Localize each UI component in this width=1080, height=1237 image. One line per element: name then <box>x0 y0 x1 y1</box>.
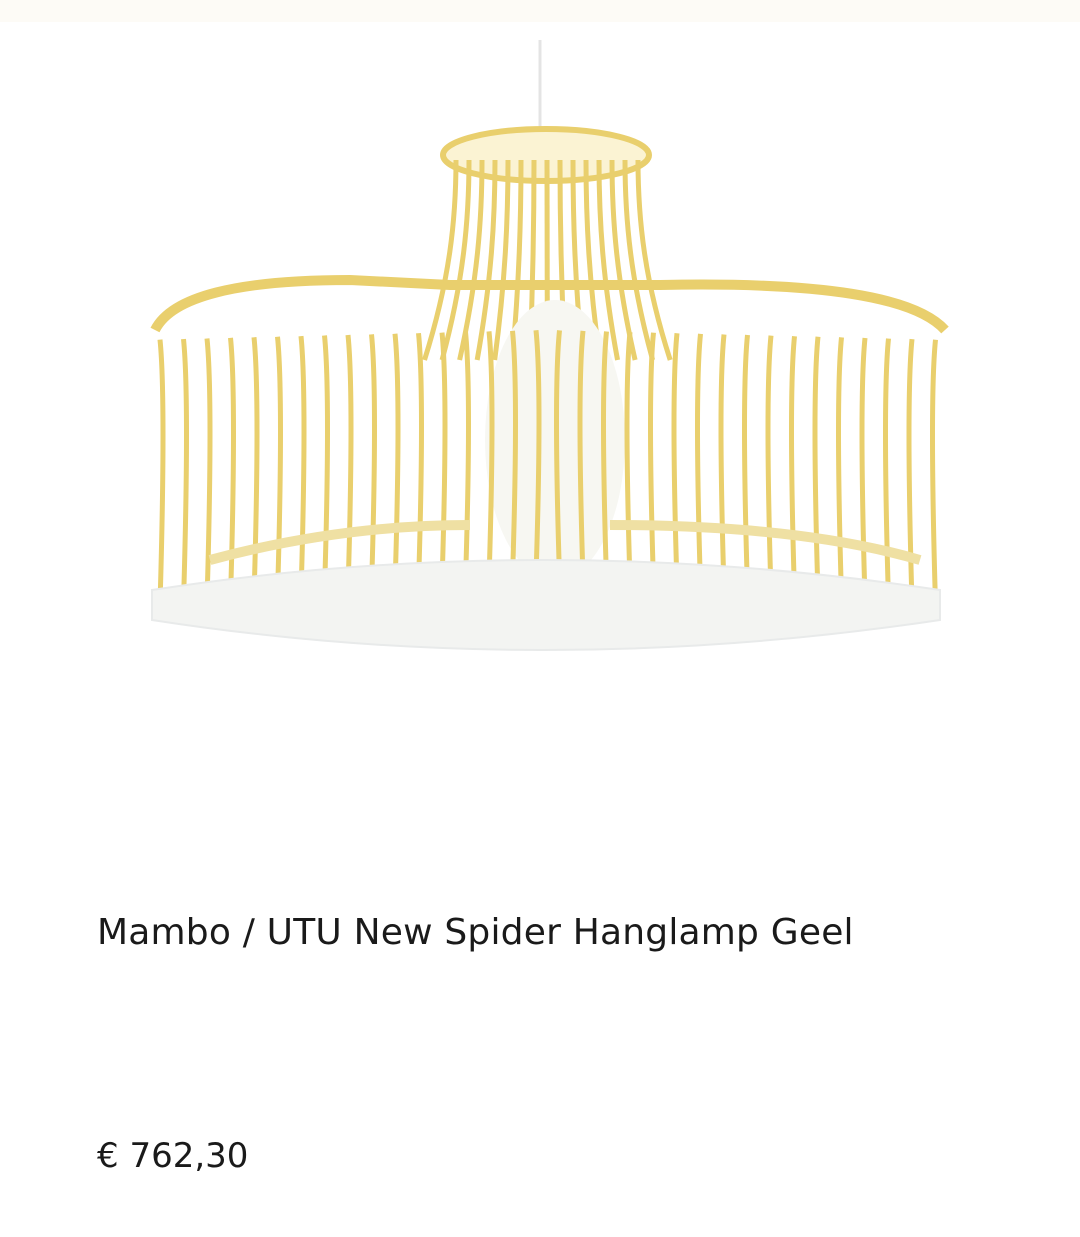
lamp-cage-bar <box>439 332 448 583</box>
lamp-cage-bar <box>554 330 562 577</box>
lamp-cage-bar <box>812 336 821 596</box>
top-strip <box>0 0 1080 22</box>
lamp-cage-bar <box>577 330 586 578</box>
lamp-cage-bar <box>463 331 471 582</box>
lamp-cage-bar <box>930 339 938 605</box>
lamp-cage-bar <box>298 335 307 594</box>
lamp-cage-bar <box>369 334 377 589</box>
lamp-cage-bar <box>624 331 633 582</box>
lamp-cage-bar <box>416 332 424 585</box>
lamp-cage-bar <box>275 336 283 596</box>
lamp-cage-bar <box>648 332 656 584</box>
lamp-cage-bar <box>204 338 213 601</box>
pendant-lamp-image <box>150 40 949 651</box>
lamp-cage-bar <box>322 335 330 592</box>
product-image[interactable] <box>100 30 980 690</box>
lamp-cage-bar <box>486 331 495 580</box>
lamp-cage-bar <box>251 337 260 597</box>
lamp-cage-bar <box>181 338 189 603</box>
lamp-cage-bar <box>695 333 703 587</box>
lamp-cage-bar <box>601 331 609 580</box>
lamp-cage-bar <box>789 335 797 594</box>
lamp-cage-bar <box>510 330 518 578</box>
lamp-cage-bar <box>742 334 750 591</box>
lamp-cage-bar <box>157 339 166 605</box>
lamp-cage-bar <box>906 338 915 603</box>
product-title[interactable]: Mambo / UTU New Spider Hanglamp Geel <box>97 912 854 953</box>
lamp-cage-bar <box>836 337 844 598</box>
lamp-cage-bar <box>345 334 354 590</box>
lamp-cage-bar <box>883 338 891 601</box>
lamp-cage-bar <box>392 333 401 587</box>
lamp-cage-bar <box>859 337 868 599</box>
lamp-cage-bar <box>671 333 680 585</box>
lamp-cage-bar <box>533 330 542 576</box>
lamp-cage-bar <box>765 335 774 592</box>
product-price: € 762,30 <box>97 1136 249 1176</box>
lamp-cage-bar <box>718 334 727 589</box>
